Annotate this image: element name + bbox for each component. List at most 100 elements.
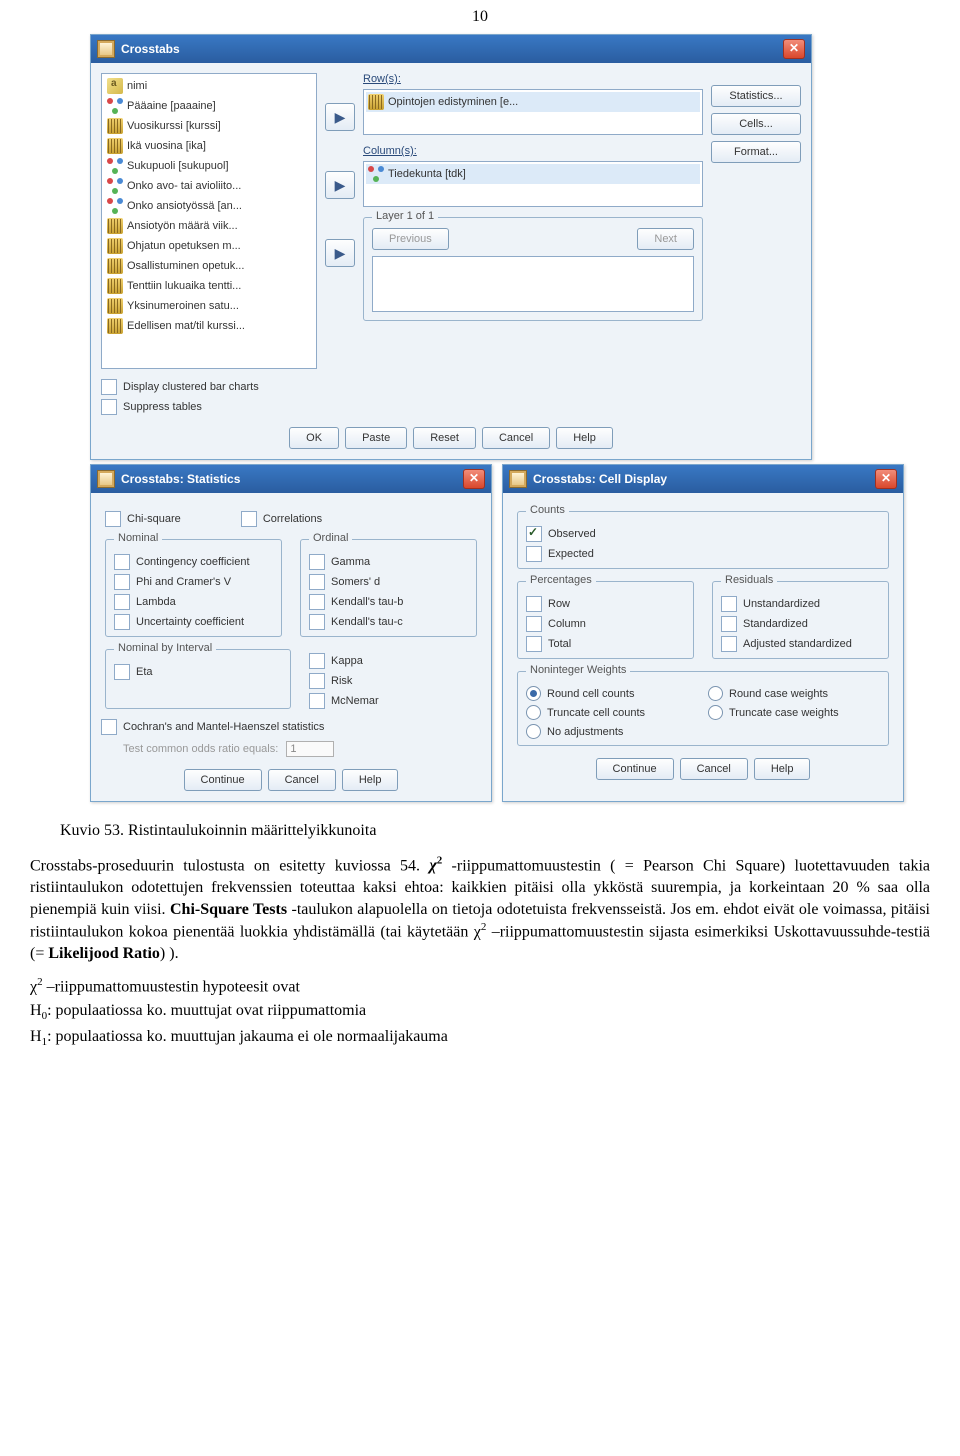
row-pct-checkbox[interactable] [526, 596, 542, 612]
dialog-icon [97, 470, 115, 488]
total-pct-label: Total [548, 638, 571, 650]
variable-list[interactable]: nimi Pääaine [paaaine] Vuosikurssi [kurssi… [101, 73, 317, 369]
dialog-icon [509, 470, 527, 488]
variable-label: Pääaine [paaaine] [127, 100, 216, 112]
rows-box[interactable]: Opintojen edistyminen [e... [363, 89, 703, 135]
checkbox[interactable] [309, 653, 325, 669]
suppress-label: Suppress tables [123, 401, 202, 413]
cochran-checkbox[interactable] [101, 719, 117, 735]
hypothesis-intro: χ2 –riippumattomuustestin hypoteesit ova… [30, 975, 930, 998]
round-case-radio[interactable] [708, 686, 723, 701]
test-common-label: Test common odds ratio equals: [123, 743, 278, 755]
noninteger-group: Noninteger Weights Round cell counts Tru… [517, 671, 889, 746]
cells-button[interactable]: Cells... [711, 113, 801, 135]
cancel-button[interactable]: Cancel [680, 758, 748, 780]
next-button[interactable]: Next [637, 228, 694, 250]
suppress-checkbox[interactable] [101, 399, 117, 415]
paste-button[interactable]: Paste [345, 427, 407, 449]
checkbox[interactable] [309, 673, 325, 689]
variable-item[interactable]: Ikä vuosina [ika] [104, 136, 314, 156]
checkbox[interactable] [309, 574, 325, 590]
cochran-label: Cochran's and Mantel-Haenszel statistics [123, 721, 324, 733]
round-cell-radio[interactable] [526, 686, 541, 701]
adj-checkbox[interactable] [721, 636, 737, 652]
checkbox[interactable] [309, 693, 325, 709]
checkbox-label: Kappa [331, 655, 363, 667]
chi-square-checkbox[interactable] [105, 511, 121, 527]
checkbox[interactable] [114, 554, 130, 570]
variable-item[interactable]: Onko ansiotyössä [an... [104, 196, 314, 216]
variable-item[interactable]: nimi [104, 76, 314, 96]
expected-checkbox[interactable] [526, 546, 542, 562]
unstd-checkbox[interactable] [721, 596, 737, 612]
sca-icon [107, 278, 123, 294]
variable-item[interactable]: Pääaine [paaaine] [104, 96, 314, 116]
body-paragraph: Crosstabs-proseduurin tulostusta on esit… [30, 854, 930, 965]
move-to-rows-button[interactable]: ▶ [325, 103, 355, 131]
titlebar[interactable]: Crosstabs: Cell Display ✕ [503, 465, 903, 493]
checkbox[interactable] [114, 574, 130, 590]
layer-group: Layer 1 of 1 Previous Next [363, 217, 703, 321]
variable-item[interactable]: Tenttiin lukuaika tentti... [104, 276, 314, 296]
cancel-button[interactable]: Cancel [268, 769, 336, 791]
variable-item[interactable]: Onko avo- tai avioliito... [104, 176, 314, 196]
reset-button[interactable]: Reset [413, 427, 476, 449]
cancel-button[interactable]: Cancel [482, 427, 550, 449]
variable-item[interactable]: Ansiotyön määrä viik... [104, 216, 314, 236]
variable-item[interactable]: Ohjatun opetuksen m... [104, 236, 314, 256]
nom-icon [107, 178, 123, 194]
correlations-label: Correlations [263, 513, 322, 525]
variable-item[interactable]: Osallistuminen opetuk... [104, 256, 314, 276]
checkbox[interactable] [309, 554, 325, 570]
display-bar-checkbox[interactable] [101, 379, 117, 395]
continue-button[interactable]: Continue [184, 769, 262, 791]
format-button[interactable]: Format... [711, 141, 801, 163]
correlations-checkbox[interactable] [241, 511, 257, 527]
checkbox[interactable] [114, 614, 130, 630]
variable-item[interactable]: Edellisen mat/til kurssi... [104, 316, 314, 336]
layer-box[interactable] [372, 256, 694, 312]
close-icon[interactable]: ✕ [783, 39, 805, 59]
checkbox-label: Eta [136, 666, 153, 678]
statistics-button[interactable]: Statistics... [711, 85, 801, 107]
percentages-group: Percentages Row Column Total [517, 581, 694, 659]
sca-icon [107, 238, 123, 254]
help-button[interactable]: Help [754, 758, 811, 780]
help-button[interactable]: Help [342, 769, 399, 791]
variable-item[interactable]: Yksinumeroinen satu... [104, 296, 314, 316]
close-icon[interactable]: ✕ [875, 469, 897, 489]
adj-label: Adjusted standardized [743, 638, 852, 650]
titlebar[interactable]: Crosstabs ✕ [91, 35, 811, 63]
dialog-title: Crosstabs: Cell Display [533, 472, 667, 486]
close-icon[interactable]: ✕ [463, 469, 485, 489]
help-button[interactable]: Help [556, 427, 613, 449]
col-pct-checkbox[interactable] [526, 616, 542, 632]
sca-icon [107, 258, 123, 274]
cols-box[interactable]: Tiedekunta [tdk] [363, 161, 703, 207]
rows-label: Row(s): [363, 73, 703, 85]
counts-group: Counts Observed Expected [517, 511, 889, 569]
residuals-group: Residuals Unstandardized Standardized Ad… [712, 581, 889, 659]
checkbox[interactable] [114, 594, 130, 610]
variable-item[interactable]: Vuosikurssi [kurssi] [104, 116, 314, 136]
titlebar[interactable]: Crosstabs: Statistics ✕ [91, 465, 491, 493]
variable-label: Onko ansiotyössä [an... [127, 200, 242, 212]
previous-button[interactable]: Previous [372, 228, 449, 250]
checkbox[interactable] [309, 614, 325, 630]
total-pct-checkbox[interactable] [526, 636, 542, 652]
move-to-cols-button[interactable]: ▶ [325, 171, 355, 199]
ok-button[interactable]: OK [289, 427, 339, 449]
checkbox[interactable] [309, 594, 325, 610]
continue-button[interactable]: Continue [596, 758, 674, 780]
checkbox-label: Kendall's tau-b [331, 596, 403, 608]
checkbox[interactable] [114, 664, 130, 680]
std-checkbox[interactable] [721, 616, 737, 632]
variable-item[interactable]: Sukupuoli [sukupuol] [104, 156, 314, 176]
trunc-case-radio[interactable] [708, 705, 723, 720]
move-to-layer-button[interactable]: ▶ [325, 239, 355, 267]
sca-icon [107, 218, 123, 234]
no-adj-radio[interactable] [526, 724, 541, 739]
observed-checkbox[interactable] [526, 526, 542, 542]
trunc-cell-radio[interactable] [526, 705, 541, 720]
variable-label: Vuosikurssi [kurssi] [127, 120, 221, 132]
